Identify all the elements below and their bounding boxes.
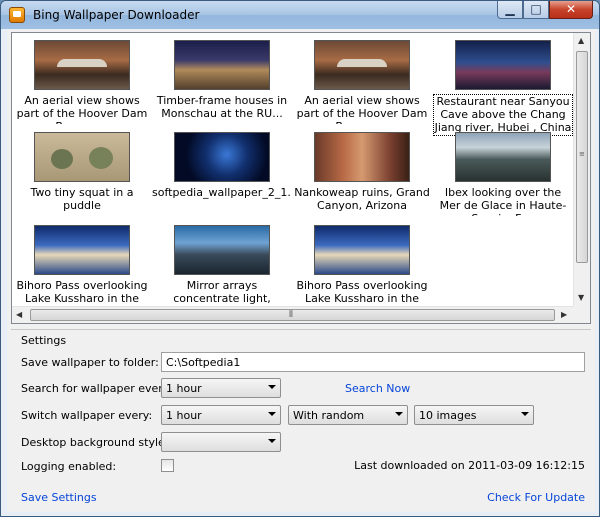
wallpaper-thumbnail[interactable] <box>34 40 130 90</box>
search-every-label: Search for wallpaper every: <box>21 382 173 395</box>
wallpaper-thumbnail[interactable] <box>314 225 410 275</box>
switch-mode-value: With random <box>293 409 365 422</box>
chevron-down-icon <box>395 412 403 416</box>
wallpaper-thumbnail[interactable] <box>314 40 410 90</box>
chevron-down-icon <box>521 412 529 416</box>
wallpaper-thumbnail[interactable] <box>314 132 410 182</box>
wallpaper-thumbnail[interactable] <box>455 40 551 90</box>
gallery-item[interactable]: Restaurant near Sanyou Cave above the Ch… <box>433 35 573 136</box>
gallery-item[interactable]: An aerial view shows part of the Hoover … <box>12 35 152 127</box>
gallery-item[interactable]: Mirror arrays concentrate light, making … <box>152 220 292 312</box>
title-bar[interactable]: Bing Wallpaper Downloader ▁ □ ✕ <box>1 1 599 29</box>
settings-group: Settings Save wallpaper to folder: C:\So… <box>11 329 591 509</box>
last-downloaded-status: Last downloaded on 2011-03-09 16:12:15 <box>354 459 585 472</box>
gallery-item[interactable]: Bihoro Pass overlooking Lake Kussharo in… <box>12 220 152 312</box>
window-title: Bing Wallpaper Downloader <box>33 8 200 22</box>
wallpaper-thumbnail[interactable] <box>455 132 551 182</box>
chevron-down-icon <box>268 412 276 416</box>
scroll-up-arrow-icon[interactable]: ▲ <box>578 36 584 45</box>
vertical-scroll-thumb[interactable]: ≡ <box>576 51 588 263</box>
wallpaper-thumbnail[interactable] <box>174 132 270 182</box>
gallery-item[interactable]: Timber-frame houses in Monschau at the R… <box>152 35 292 127</box>
bg-style-select[interactable] <box>161 432 281 452</box>
wallpaper-caption: An aerial view shows part of the Hoover … <box>296 94 428 124</box>
scroll-down-arrow-icon[interactable]: ▼ <box>578 293 584 302</box>
wallpaper-caption: Mirror arrays concentrate light, making … <box>159 279 286 309</box>
wallpaper-gallery[interactable]: An aerial view shows part of the Hoover … <box>11 32 591 324</box>
search-every-value: 1 hour <box>166 382 202 395</box>
switch-every-select[interactable]: 1 hour <box>161 405 281 425</box>
maximize-button[interactable]: □ <box>523 1 549 19</box>
settings-divider <box>11 329 591 330</box>
switch-mode-select[interactable]: With random <box>288 405 408 425</box>
switch-every-label: Switch wallpaper every: <box>21 409 153 422</box>
scroll-grip-icon: ⦀ <box>289 310 293 320</box>
gallery-item[interactable]: softpedia_wallpaper_2_1... <box>152 127 292 219</box>
save-settings-link[interactable]: Save Settings <box>21 491 97 504</box>
search-now-link[interactable]: Search Now <box>345 382 410 395</box>
search-every-select[interactable]: 1 hour <box>161 378 281 398</box>
scroll-right-arrow-icon[interactable]: ▶ <box>561 310 567 319</box>
logging-checkbox[interactable] <box>161 459 174 472</box>
wallpaper-caption: softpedia_wallpaper_2_1... <box>152 186 292 199</box>
wallpaper-thumbnail[interactable] <box>174 40 270 90</box>
wallpaper-caption: Timber-frame houses in Monschau at the R… <box>156 94 288 120</box>
client-area: An aerial view shows part of the Hoover … <box>7 29 595 512</box>
save-folder-input[interactable]: C:\Softpedia1 <box>161 352 585 372</box>
app-window: Bing Wallpaper Downloader ▁ □ ✕ An aeria… <box>0 0 600 517</box>
wallpaper-caption: Two tiny squat in a puddle <box>30 186 134 212</box>
bg-style-label: Desktop background style: <box>21 436 169 449</box>
chevron-down-icon <box>268 385 276 389</box>
wallpaper-caption: Nankoweap ruins, Grand Canyon, Arizona <box>294 186 430 212</box>
scroll-grip-icon: ≡ <box>579 150 585 158</box>
check-update-link[interactable]: Check For Update <box>487 491 585 504</box>
wallpaper-thumbnail[interactable] <box>34 132 130 182</box>
wallpaper-caption: Bihoro Pass overlooking Lake Kussharo in… <box>296 279 428 309</box>
wallpaper-thumbnail[interactable] <box>174 225 270 275</box>
chevron-down-icon <box>268 439 276 443</box>
wallpaper-thumbnail[interactable] <box>34 225 130 275</box>
logging-label: Logging enabled: <box>21 460 117 473</box>
horizontal-scrollbar[interactable]: ◀ ⦀ ▶ <box>12 306 573 323</box>
scroll-corner <box>573 306 590 323</box>
wallpaper-caption: An aerial view shows part of the Hoover … <box>16 94 148 124</box>
wallpaper-caption: Ibex looking over the Mer de Glace in Ha… <box>439 186 567 216</box>
close-button[interactable]: ✕ <box>549 1 593 19</box>
switch-count-value: 10 images <box>419 409 477 422</box>
switch-every-value: 1 hour <box>166 409 202 422</box>
vertical-scrollbar[interactable]: ▲ ≡ ▼ <box>573 33 590 307</box>
settings-title: Settings <box>21 334 67 347</box>
horizontal-scroll-thumb[interactable]: ⦀ <box>30 309 555 321</box>
scroll-left-arrow-icon[interactable]: ◀ <box>16 310 22 319</box>
gallery-item[interactable]: Ibex looking over the Mer de Glace in Ha… <box>433 127 573 219</box>
app-icon <box>9 7 25 23</box>
gallery-item[interactable]: Nankoweap ruins, Grand Canyon, Arizona <box>292 127 432 219</box>
switch-count-select[interactable]: 10 images <box>414 405 534 425</box>
caption-buttons: ▁ □ ✕ <box>497 1 593 19</box>
gallery-item[interactable]: Two tiny squat in a puddle <box>12 127 152 219</box>
minimize-button[interactable]: ▁ <box>497 1 523 19</box>
gallery-item[interactable]: Bihoro Pass overlooking Lake Kussharo in… <box>292 220 432 312</box>
save-folder-label: Save wallpaper to folder: <box>21 356 159 369</box>
wallpaper-caption: Bihoro Pass overlooking Lake Kussharo in… <box>16 279 148 309</box>
gallery-item[interactable]: An aerial view shows part of the Hoover … <box>292 35 432 127</box>
